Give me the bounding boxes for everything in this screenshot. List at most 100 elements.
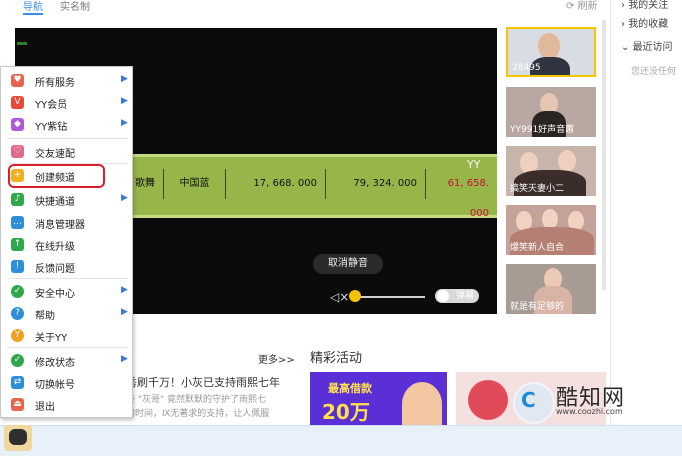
chevron-right-icon: ▶ xyxy=(121,285,128,295)
menu-item-label: 关于YY xyxy=(35,333,68,344)
menu-item-switch-account[interactable]: ⇄ 切换帐号 xyxy=(1,372,132,394)
menu-item-change-status[interactable]: ✓ 修改状态 ▶ xyxy=(1,350,132,372)
thumbnail-label: 28495 xyxy=(512,63,541,73)
coozhi-logo-url: www.coozhi.com xyxy=(556,407,623,416)
tab-nav[interactable]: 导航 xyxy=(23,0,43,15)
message-icon: … xyxy=(11,216,24,229)
table-cell: 61, 658. 000 xyxy=(425,169,497,219)
coozhi-logo-mark: C xyxy=(521,388,536,412)
upgrade-icon: ↑ xyxy=(11,238,24,251)
menu-item-label: 切换帐号 xyxy=(35,380,75,391)
menu-item-all-services[interactable]: ♥ 所有服务 ▶ xyxy=(1,70,132,92)
tab-realname[interactable]: 实名制 xyxy=(60,0,90,13)
vip-icon: V xyxy=(11,96,24,109)
menu-item-label: 快捷通道 xyxy=(35,197,75,208)
menu-item-help[interactable]: ? 帮助 ▶ xyxy=(1,303,132,325)
my-favorites-label: 我的收藏 xyxy=(628,19,669,30)
menu-item-label: YY紫钻 xyxy=(35,122,68,133)
signal-indicator xyxy=(17,42,27,45)
heart-match-icon: ♡ xyxy=(11,145,24,158)
menu-item-label: 反馈问题 xyxy=(35,264,75,275)
news-description: 豪 "灰哥" 竟然默默的守护了雨熙七 xyxy=(126,395,267,405)
bell-icon: ♪ xyxy=(11,193,24,206)
my-favorites-item[interactable]: › 我的收藏 xyxy=(621,15,668,30)
refresh-label: 刷新 xyxy=(577,1,598,12)
menu-item-label: 消息管理器 xyxy=(35,220,85,231)
recent-visits-hint: 您还没任何 xyxy=(631,67,677,77)
exit-icon: ⏏ xyxy=(11,398,24,411)
thumbnail-label: YY991好声音蕙 xyxy=(510,125,575,135)
menu-item-label: 在线升级 xyxy=(35,242,75,253)
menu-item-label: YY会员 xyxy=(35,100,68,111)
channel-thumbnail[interactable]: 28495 xyxy=(506,27,596,77)
tray-context-menu: ♥ 所有服务 ▶ V YY会员 ▶ ◆ YY紫钻 ▶ ♡ 交友速配 + 创建频道… xyxy=(0,66,133,418)
menu-item-about-yy[interactable]: Y 关于YY xyxy=(1,325,132,347)
channel-thumbnail[interactable]: 就是有足够的 xyxy=(506,264,596,314)
menu-item-label: 退出 xyxy=(35,402,55,413)
chevron-down-icon: ⌄ xyxy=(621,42,633,53)
news-description: 的时间，Ⅸ无著求的支持，让人佩服 xyxy=(126,409,270,419)
diamond-icon: ◆ xyxy=(11,118,24,131)
news-headline[interactable]: 秀刷千万！小灰已支持雨熙七年 xyxy=(126,374,280,390)
promo-figure-image xyxy=(402,382,442,426)
channel-thumbnail[interactable]: 搞笑天妻小二 xyxy=(506,146,596,196)
switch-icon: ⇄ xyxy=(11,376,24,389)
danmu-toggle-knob xyxy=(437,290,449,302)
recent-visits-label: 最近访问 xyxy=(632,42,673,53)
unmute-button[interactable]: 取消静音 xyxy=(313,254,383,274)
menu-item-feedback[interactable]: ! 反馈问题 xyxy=(1,256,132,278)
menu-item-label: 帮助 xyxy=(35,311,55,322)
thumbnail-label: 爆笑新人自合 xyxy=(510,243,565,253)
refresh-button[interactable]: ⟳ 刷新 xyxy=(566,0,598,12)
refresh-icon: ⟳ xyxy=(566,1,578,12)
yy-mascot-icon xyxy=(9,429,27,445)
recent-visits-item[interactable]: ⌄ 最近访问 xyxy=(621,38,673,53)
menu-separator xyxy=(7,347,128,348)
channel-thumbnail[interactable]: YY991好声音蕙 xyxy=(506,87,596,137)
volume-slider-knob[interactable] xyxy=(349,290,361,302)
status-icon: ✓ xyxy=(11,354,24,367)
menu-item-quick-access[interactable]: ♪ 快捷通道 ▶ xyxy=(1,189,132,211)
chevron-right-icon: ▶ xyxy=(121,118,128,128)
promo-text: 最高借款 xyxy=(328,382,372,395)
highlight-annotation xyxy=(8,164,105,188)
menu-item-label: 安全中心 xyxy=(35,289,75,300)
menu-item-label: 修改状态 xyxy=(35,358,75,369)
thumbnail-person-image xyxy=(558,150,576,172)
taskbar xyxy=(0,425,682,456)
my-follows-item[interactable]: › 我的关注 xyxy=(621,0,668,11)
chevron-right-icon: ▶ xyxy=(121,96,128,106)
menu-separator xyxy=(7,278,128,279)
menu-item-online-upgrade[interactable]: ↑ 在线升级 xyxy=(1,234,132,256)
menu-item-message-manager[interactable]: … 消息管理器 xyxy=(1,212,132,234)
shield-icon: ✓ xyxy=(11,285,24,298)
menu-item-exit[interactable]: ⏏ 退出 xyxy=(1,394,132,416)
volume-slider[interactable] xyxy=(355,296,425,298)
table-cell: 79, 324. 000 xyxy=(325,169,425,199)
thumbnail-person-image xyxy=(542,209,558,229)
heart-icon: ♥ xyxy=(11,74,24,87)
top-bar xyxy=(0,0,605,14)
menu-item-yy-vip[interactable]: V YY会员 ▶ xyxy=(1,92,132,114)
vertical-scrollbar[interactable] xyxy=(602,20,606,290)
menu-item-dating-match[interactable]: ♡ 交友速配 xyxy=(1,141,132,163)
promo-banner[interactable]: 最高借款 20万 xyxy=(310,372,447,427)
my-follows-label: 我的关注 xyxy=(628,0,669,11)
activity-section-title: 精彩活动 xyxy=(310,351,363,366)
about-icon: Y xyxy=(11,329,24,342)
promo-amount: 20万 xyxy=(322,400,370,424)
promo-image xyxy=(468,380,508,420)
chevron-right-icon: ▶ xyxy=(121,193,128,203)
menu-item-label: 所有服务 xyxy=(35,78,75,89)
menu-item-yy-diamond[interactable]: ◆ YY紫钻 ▶ xyxy=(1,114,132,136)
yy-watermark: YY xyxy=(467,158,481,171)
chevron-right-icon: ▶ xyxy=(121,354,128,364)
channel-thumbnail[interactable]: 爆笑新人自合 xyxy=(506,205,596,255)
thumbnail-label: 搞笑天妻小二 xyxy=(510,184,565,194)
thumbnail-person-image xyxy=(538,33,560,59)
more-link[interactable]: 更多>> xyxy=(258,351,295,366)
menu-item-security-center[interactable]: ✓ 安全中心 ▶ xyxy=(1,281,132,303)
table-cell: 17, 668. 000 xyxy=(225,169,325,199)
chevron-right-icon: ▶ xyxy=(121,74,128,84)
speaker-muted-icon[interactable]: ◁× xyxy=(330,290,349,304)
